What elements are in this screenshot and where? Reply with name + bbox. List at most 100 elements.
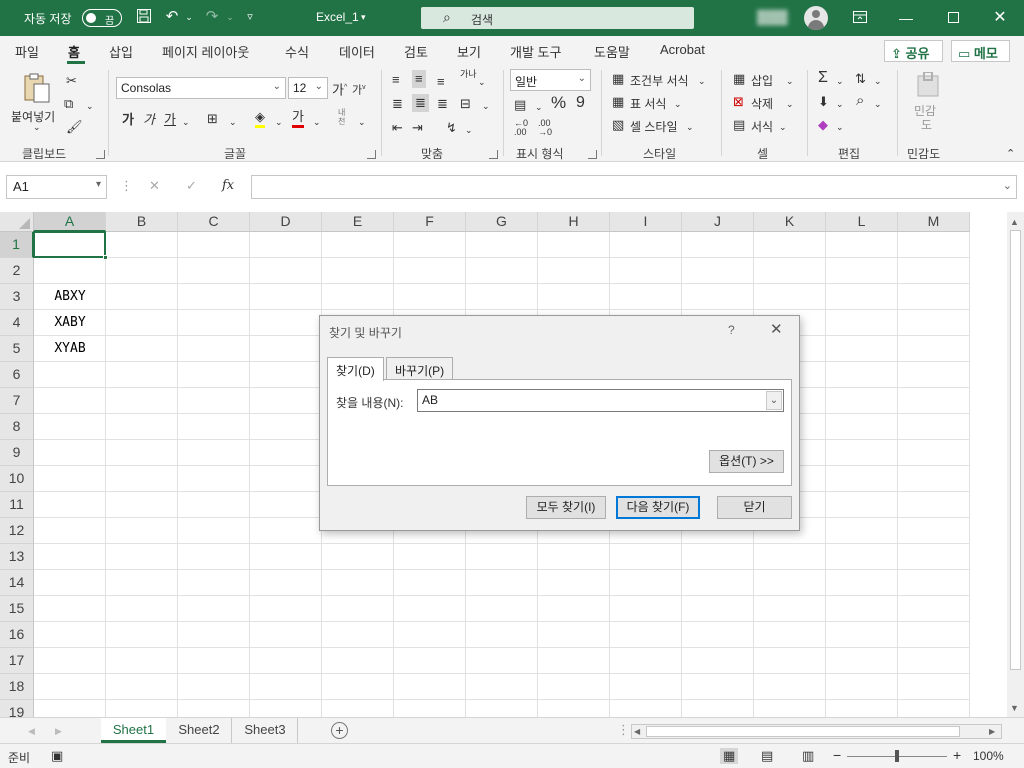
format-as-table-icon[interactable]: ▦ bbox=[612, 94, 624, 110]
column-header-G[interactable]: G bbox=[466, 212, 538, 232]
undo-dropdown-icon[interactable]: ⌄ bbox=[180, 8, 198, 26]
row-header-14[interactable]: 14 bbox=[0, 570, 34, 596]
column-header-B[interactable]: B bbox=[106, 212, 178, 232]
zoom-level[interactable]: 100% bbox=[973, 749, 1004, 763]
merge-dropdown-icon[interactable]: ⌄ bbox=[482, 98, 490, 114]
row-header-5[interactable]: 5 bbox=[0, 336, 34, 362]
fill-dropdown-icon[interactable]: ⌄ bbox=[275, 114, 283, 130]
number-format-combo[interactable]: 일반 ⌄ bbox=[510, 69, 591, 91]
find-what-input[interactable]: AB ⌄ bbox=[417, 389, 784, 412]
font-size-combo[interactable]: 12 ⌄ bbox=[288, 77, 328, 99]
row-header-10[interactable]: 10 bbox=[0, 466, 34, 492]
sheet-tab-3[interactable]: Sheet3 bbox=[233, 718, 298, 743]
column-header-I[interactable]: I bbox=[610, 212, 682, 232]
row-header-11[interactable]: 11 bbox=[0, 492, 34, 518]
name-box[interactable]: A1 ▾ bbox=[6, 175, 107, 199]
sensitivity-icon[interactable] bbox=[915, 71, 941, 98]
tab-page-layout[interactable]: 페이지 레이아웃 bbox=[162, 42, 249, 61]
tab-insert[interactable]: 삽입 bbox=[109, 42, 133, 61]
increase-decimal-icon[interactable]: ←0.00 bbox=[514, 119, 528, 137]
fill-color-icon[interactable]: ◈ bbox=[255, 109, 265, 128]
clear-icon[interactable]: ◆ bbox=[818, 117, 828, 133]
minimize-icon[interactable]: — bbox=[896, 8, 916, 28]
find-next-button[interactable]: 다음 찾기(F) bbox=[616, 496, 700, 519]
scroll-right-icon[interactable]: ▶ bbox=[989, 724, 995, 740]
clear-dropdown-icon[interactable]: ⌄ bbox=[836, 119, 844, 135]
phonetic-icon[interactable]: 내천 bbox=[338, 108, 350, 126]
row-header-13[interactable]: 13 bbox=[0, 544, 34, 570]
column-header-H[interactable]: H bbox=[538, 212, 610, 232]
collapse-ribbon-icon[interactable]: ⌃ bbox=[1006, 146, 1015, 162]
decrease-decimal-icon[interactable]: .00 →0 bbox=[538, 119, 552, 137]
cell-styles-icon[interactable]: ▧ bbox=[612, 117, 624, 133]
tab-replace[interactable]: 바꾸기(P) bbox=[386, 357, 454, 380]
find-dropdown-icon[interactable]: ⌄ bbox=[874, 96, 882, 112]
find-all-button[interactable]: 모두 찾기(I) bbox=[526, 496, 606, 519]
row-header-4[interactable]: 4 bbox=[0, 310, 34, 336]
phonetic-dropdown-icon[interactable]: ⌄ bbox=[358, 114, 366, 130]
chevron-down-icon[interactable]: ⌄ bbox=[766, 391, 782, 410]
underline-button[interactable]: 가 bbox=[164, 112, 176, 128]
active-cell-selection[interactable] bbox=[33, 231, 106, 258]
next-sheet-icon[interactable]: ▶ bbox=[55, 723, 62, 739]
tab-home[interactable]: 홈 bbox=[68, 42, 80, 61]
scroll-left-icon[interactable]: ◀ bbox=[634, 724, 640, 740]
column-header-A[interactable]: A bbox=[34, 212, 106, 232]
insert-cells-button[interactable]: 삽입 bbox=[751, 72, 773, 89]
tab-developer[interactable]: 개발 도구 bbox=[510, 42, 561, 61]
insert-function-button[interactable]: fx bbox=[222, 178, 234, 194]
find-select-icon[interactable]: ⌕ bbox=[856, 93, 864, 109]
column-header-L[interactable]: L bbox=[826, 212, 898, 232]
search-box[interactable]: ⌕ 검색 bbox=[421, 7, 694, 29]
align-middle-icon[interactable]: ≡ bbox=[412, 70, 426, 88]
save-icon[interactable] bbox=[135, 8, 153, 26]
maximize-icon[interactable] bbox=[943, 8, 963, 28]
scroll-up-icon[interactable]: ▲ bbox=[1010, 214, 1019, 230]
align-bottom-icon[interactable]: ≡ bbox=[437, 74, 445, 90]
wrap-text-icon[interactable]: ↯ bbox=[446, 120, 457, 136]
number-launcher-icon[interactable] bbox=[588, 150, 597, 159]
column-header-M[interactable]: M bbox=[898, 212, 970, 232]
underline-dropdown-icon[interactable]: ⌄ bbox=[182, 114, 190, 130]
close-button[interactable]: 닫기 bbox=[717, 496, 792, 519]
font-name-combo[interactable]: Consolas ⌄ bbox=[116, 77, 286, 99]
delete-cells-icon[interactable]: ⊠ bbox=[733, 94, 744, 110]
redo-icon[interactable]: ↷ bbox=[203, 8, 221, 26]
copy-icon[interactable]: ⧉ bbox=[64, 96, 73, 112]
fill-icon[interactable]: ⬇ bbox=[818, 94, 829, 110]
clipboard-launcher-icon[interactable] bbox=[96, 150, 105, 159]
scroll-down-icon[interactable]: ▼ bbox=[1010, 700, 1019, 716]
row-header-16[interactable]: 16 bbox=[0, 622, 34, 648]
comments-button[interactable]: ▭ 메모 bbox=[951, 40, 1010, 62]
font-color-dropdown-icon[interactable]: ⌄ bbox=[313, 114, 321, 130]
row-header-15[interactable]: 15 bbox=[0, 596, 34, 622]
zoom-in-button[interactable]: + bbox=[953, 747, 961, 763]
zoom-slider-thumb[interactable] bbox=[895, 750, 899, 762]
ribbon-display-icon[interactable] bbox=[850, 8, 870, 28]
tab-review[interactable]: 검토 bbox=[404, 42, 428, 61]
chevron-down-icon[interactable]: ⌄ bbox=[1003, 179, 1012, 192]
italic-button[interactable]: 가 bbox=[143, 112, 155, 128]
macro-record-icon[interactable]: ▣ bbox=[51, 748, 63, 764]
dialog-close-icon[interactable]: ✕ bbox=[770, 320, 783, 338]
cell-A5[interactable]: XYAB bbox=[34, 336, 106, 362]
row-header-18[interactable]: 18 bbox=[0, 674, 34, 700]
orientation-dropdown-icon[interactable]: ⌄ bbox=[478, 74, 486, 90]
conditional-format-icon[interactable]: ▦ bbox=[612, 71, 624, 87]
sort-filter-icon[interactable]: ⇅ bbox=[855, 71, 866, 87]
autosum-icon[interactable]: Σ bbox=[818, 70, 828, 86]
borders-icon[interactable]: ⊞ bbox=[207, 111, 218, 127]
align-left-icon[interactable]: ≣ bbox=[392, 96, 403, 112]
customize-qat-icon[interactable]: ▿ bbox=[241, 8, 259, 26]
alignment-launcher-icon[interactable] bbox=[489, 150, 498, 159]
align-center-icon[interactable]: ≣ bbox=[412, 94, 429, 112]
tab-help[interactable]: 도움말 bbox=[594, 42, 630, 61]
row-header-6[interactable]: 6 bbox=[0, 362, 34, 388]
row-header-17[interactable]: 17 bbox=[0, 648, 34, 674]
scroll-thumb[interactable] bbox=[1010, 230, 1021, 670]
zoom-out-button[interactable]: − bbox=[833, 747, 841, 763]
share-button[interactable]: ⇪ 공유 bbox=[884, 40, 943, 62]
row-header-3[interactable]: 3 bbox=[0, 284, 34, 310]
row-header-8[interactable]: 8 bbox=[0, 414, 34, 440]
comma-button[interactable]: 9 bbox=[576, 95, 585, 111]
